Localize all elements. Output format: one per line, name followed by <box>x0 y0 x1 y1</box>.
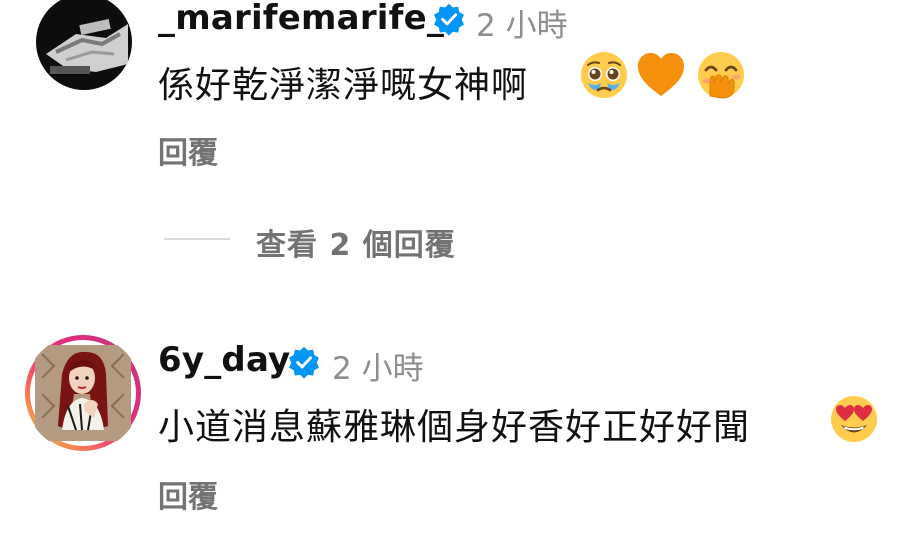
verified-badge-icon <box>434 3 464 36</box>
avatar-story-ring[interactable] <box>24 334 142 452</box>
timestamp: 2 小時 <box>476 8 568 44</box>
replies-divider <box>164 238 230 240</box>
avatar[interactable] <box>36 0 132 90</box>
reply-button[interactable]: 回覆 <box>158 472 218 516</box>
comment-text: 係好乾淨潔淨嘅女神啊 <box>158 65 529 106</box>
verified-badge-icon <box>289 346 319 379</box>
pleading-face-icon <box>581 52 627 98</box>
timestamp: 2 小時 <box>332 351 424 387</box>
reply-button[interactable]: 回覆 <box>158 128 218 172</box>
view-replies-button[interactable]: 查看 2 個回覆 <box>256 220 456 264</box>
orange-heart-icon <box>638 53 684 96</box>
heart-eyes-icon <box>831 396 877 442</box>
username[interactable]: _marifemarife_ <box>158 0 444 38</box>
hand-over-mouth-icon <box>698 52 744 99</box>
username[interactable]: 6y_day <box>158 340 290 380</box>
comment-text: 小道消息蘇雅琳個身好香好正好好聞 <box>158 407 751 448</box>
